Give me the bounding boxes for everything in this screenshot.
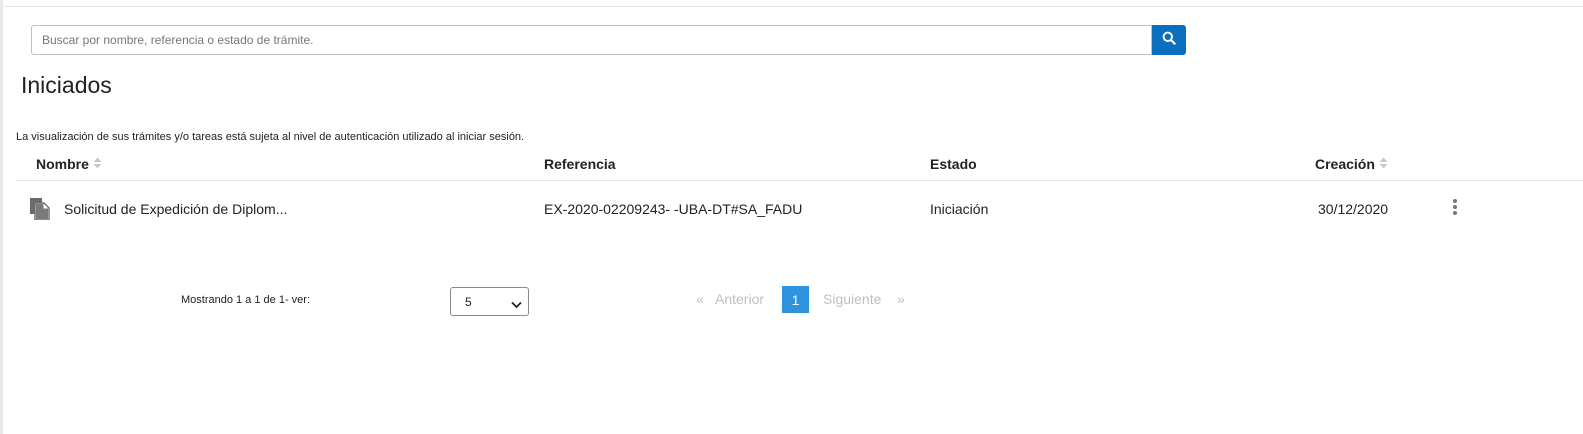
- more-options-icon[interactable]: [1450, 198, 1460, 216]
- column-header-estado: Estado: [930, 156, 977, 172]
- column-header-creacion[interactable]: Creación: [1315, 156, 1388, 172]
- table-row[interactable]: Solicitud de Expedición de Diplom... EX-…: [16, 181, 1583, 239]
- column-label: Referencia: [544, 156, 616, 172]
- pagination-current-page[interactable]: 1: [782, 286, 809, 313]
- left-border: [0, 0, 3, 434]
- pagination-next-button[interactable]: Siguiente: [823, 291, 881, 307]
- search-input[interactable]: [31, 25, 1152, 55]
- per-page-value: 5: [465, 294, 472, 309]
- per-page-select[interactable]: 5: [450, 287, 529, 316]
- search-button[interactable]: [1152, 25, 1186, 55]
- column-header-nombre[interactable]: Nombre: [36, 156, 102, 172]
- column-label: Estado: [930, 156, 977, 172]
- search-icon: [1162, 31, 1176, 50]
- row-referencia: EX-2020-02209243- -UBA-DT#SA_FADU: [544, 201, 803, 217]
- authentication-notice: La visualización de sus trámites y/o tar…: [16, 131, 525, 143]
- column-label: Nombre: [36, 156, 89, 172]
- page-title: Iniciados: [21, 72, 112, 98]
- top-border: [0, 0, 1583, 7]
- table-header: Nombre Referencia Estado Creación: [16, 150, 1583, 181]
- search-bar: [31, 25, 1186, 55]
- sort-icon: [93, 156, 102, 172]
- results-count: Mostrando 1 a 1 de 1- ver:: [181, 294, 311, 306]
- pagination-prev-arrow[interactable]: «: [696, 291, 704, 307]
- row-creacion: 30/12/2020: [1318, 201, 1389, 217]
- row-nombre[interactable]: Solicitud de Expedición de Diplom...: [64, 201, 287, 217]
- chevron-down-icon: [511, 298, 522, 312]
- column-label: Creación: [1315, 156, 1375, 172]
- pagination-prev-button[interactable]: Anterior: [715, 291, 764, 307]
- pagination-next-arrow[interactable]: »: [897, 291, 905, 307]
- sort-icon: [1379, 156, 1388, 172]
- document-icon: [30, 198, 50, 225]
- row-estado: Iniciación: [930, 201, 989, 217]
- column-header-referencia: Referencia: [544, 156, 616, 172]
